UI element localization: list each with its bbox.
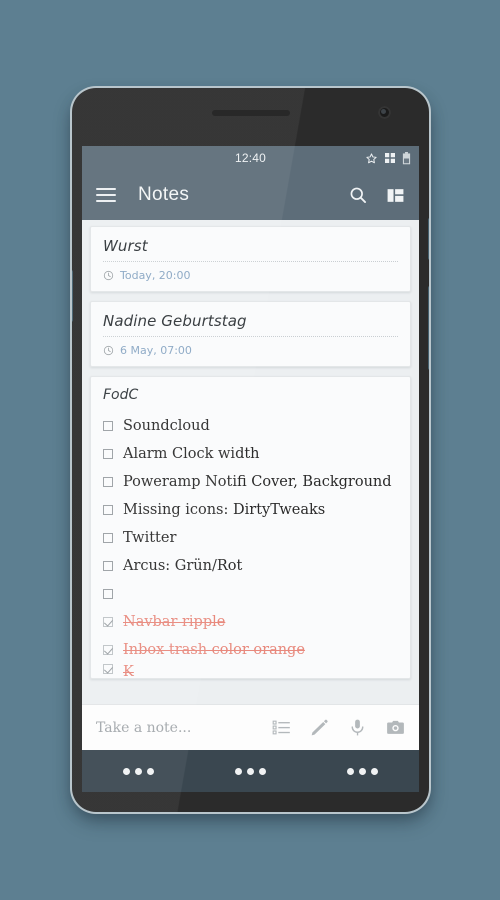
checklist-item-label: Alarm Clock width [123, 446, 260, 462]
nav-home-button[interactable] [194, 767, 306, 775]
side-key-right-lower[interactable] [428, 286, 429, 370]
status-bar: 12:40 [82, 146, 419, 170]
side-key-left[interactable] [72, 270, 73, 322]
checklist-item-completed[interactable]: Navbar ripple [103, 608, 398, 636]
phone-screen: 12:40 Notes Wurst Today, 20:00 Nadine Ge… [82, 146, 419, 750]
camera-icon[interactable] [386, 718, 405, 737]
note-reminder: Today, 20:00 [103, 269, 398, 282]
checkbox-checked-icon[interactable] [103, 664, 113, 674]
front-camera-icon [378, 106, 391, 119]
checkbox-icon[interactable] [103, 449, 113, 459]
checklist-item[interactable]: Arcus: Grün/Rot [103, 552, 398, 580]
side-key-right-upper[interactable] [428, 218, 429, 260]
note-card[interactable]: Wurst Today, 20:00 [90, 226, 411, 292]
checklist-item-label: Twitter [123, 530, 177, 546]
battery-icon [402, 151, 411, 164]
note-reminder-text: Today, 20:00 [120, 269, 191, 282]
checkbox-icon[interactable] [103, 561, 113, 571]
notes-list[interactable]: Wurst Today, 20:00 Nadine Geburtstag 6 M… [82, 220, 419, 750]
note-title: Nadine Geburtstag [103, 312, 247, 330]
checklist-item[interactable]: Poweramp Notifi Cover, Background [103, 468, 398, 496]
phone-device-frame: 12:40 Notes Wurst Today, 20:00 Nadine Ge… [72, 88, 429, 812]
checklist-item[interactable]: Twitter [103, 524, 398, 552]
nav-recents-button[interactable] [307, 767, 419, 775]
pencil-icon[interactable] [310, 718, 329, 737]
checklist-item-label: Missing icons: DirtyTweaks [123, 502, 326, 518]
checklist-item-label: Navbar ripple [123, 614, 226, 630]
search-icon[interactable] [348, 185, 368, 205]
system-navigation-bar [82, 750, 419, 792]
clock-icon [103, 270, 114, 281]
checkbox-icon[interactable] [103, 589, 113, 599]
checkbox-checked-icon[interactable] [103, 617, 113, 627]
checkbox-icon[interactable] [103, 477, 113, 487]
checklist-item[interactable]: Missing icons: DirtyTweaks [103, 496, 398, 524]
checkbox-icon[interactable] [103, 421, 113, 431]
checklist-item[interactable]: Soundcloud [103, 412, 398, 440]
compose-bar: Take a note... [82, 704, 419, 750]
checklist-item[interactable]: Alarm Clock width [103, 440, 398, 468]
note-title: Wurst [103, 237, 148, 255]
grid-apps-icon [385, 153, 395, 163]
menu-icon[interactable] [96, 188, 116, 202]
microphone-icon[interactable] [348, 718, 367, 737]
checklist-item-label: Soundcloud [123, 418, 210, 434]
status-bar-icons [365, 146, 411, 170]
checklist-item-label: Arcus: Grün/Rot [123, 558, 243, 574]
checklist-icon[interactable] [272, 718, 291, 737]
checklist-item-label: K [123, 664, 134, 678]
checklist-item-completed[interactable]: Inbox trash color orange [103, 636, 398, 664]
note-divider [103, 261, 398, 262]
take-a-note-input[interactable]: Take a note... [96, 720, 253, 736]
checkbox-icon[interactable] [103, 533, 113, 543]
checklist-item-label: Inbox trash color orange [123, 642, 305, 658]
checklist-title: FodC [103, 387, 139, 403]
checklist-item-empty[interactable] [103, 580, 398, 608]
note-reminder: 6 May, 07:00 [103, 344, 398, 357]
star-outline-icon [366, 152, 377, 163]
clock-icon [103, 345, 114, 356]
earpiece-speaker [211, 110, 290, 116]
checkbox-checked-icon[interactable] [103, 645, 113, 655]
note-reminder-text: 6 May, 07:00 [120, 344, 192, 357]
checkbox-icon[interactable] [103, 505, 113, 515]
screenshot-root: 12:40 Notes Wurst Today, 20:00 Nadine Ge… [0, 0, 500, 900]
nav-back-button[interactable] [82, 767, 194, 775]
note-divider [103, 336, 398, 337]
checklist-item-label: Poweramp Notifi Cover, Background [123, 474, 392, 490]
view-layout-icon[interactable] [386, 186, 405, 205]
checklist-item-completed[interactable]: K [103, 664, 398, 678]
app-toolbar: Notes [82, 170, 419, 220]
checklist-note-card[interactable]: FodC Soundcloud Alarm Clock width Powera… [90, 376, 411, 679]
note-card[interactable]: Nadine Geburtstag 6 May, 07:00 [90, 301, 411, 367]
status-bar-clock: 12:40 [234, 151, 267, 165]
page-title: Notes [138, 184, 190, 205]
